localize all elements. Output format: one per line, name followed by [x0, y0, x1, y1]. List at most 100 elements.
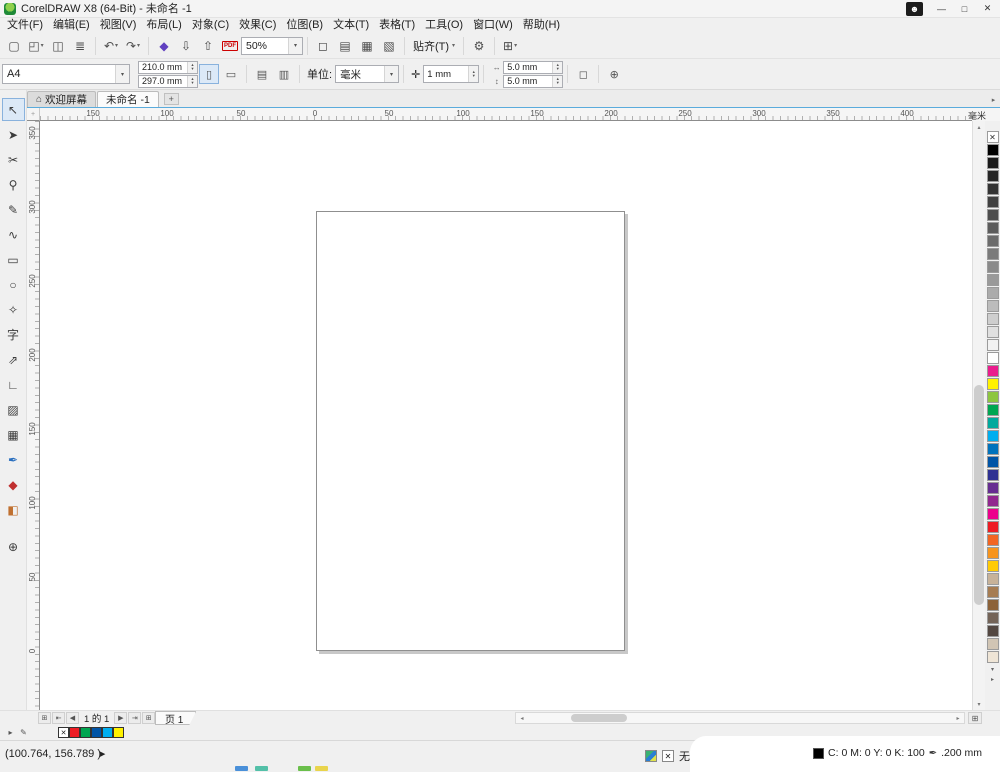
palette-swatch[interactable]: [987, 560, 999, 572]
toolbox-dimension-tool[interactable]: ⇗: [2, 348, 25, 371]
palette-swatch[interactable]: [987, 495, 999, 507]
scroll-down-arrow-icon[interactable]: [973, 698, 985, 710]
palette-swatch[interactable]: [987, 235, 999, 247]
toolbar-open-button[interactable]: ◰▾: [25, 36, 47, 56]
menu-file[interactable]: 文件(F): [2, 18, 48, 33]
palette-swatch[interactable]: [987, 196, 999, 208]
toolbar-import-button[interactable]: ⇩: [175, 36, 197, 56]
horizontal-scrollbar-thumb[interactable]: [571, 714, 627, 722]
all-pages-button[interactable]: ▤: [252, 64, 272, 84]
palette-swatch[interactable]: [987, 573, 999, 585]
palette-swatch[interactable]: [987, 261, 999, 273]
toolbar-show-rulers-button[interactable]: ▤: [334, 36, 356, 56]
toolbox-interactive-fill-tool[interactable]: ◆: [2, 473, 25, 496]
palette-swatch[interactable]: [987, 222, 999, 234]
toolbar-show-guidelines-button[interactable]: ▧: [378, 36, 400, 56]
menu-edit[interactable]: 编辑(E): [48, 18, 95, 33]
menu-tools[interactable]: 工具(O): [420, 18, 468, 33]
palette-swatch[interactable]: [987, 638, 999, 650]
units-select[interactable]: 毫米: [335, 65, 399, 83]
menu-object[interactable]: 对象(C): [187, 18, 234, 33]
toolbar-show-grid-button[interactable]: ▦: [356, 36, 378, 56]
tab-welcome-screen[interactable]: ⌂ 欢迎屏幕: [27, 91, 96, 107]
add-page-end-button[interactable]: ⊞: [142, 712, 155, 724]
palette-swatch[interactable]: [987, 274, 999, 286]
palette-swatch[interactable]: [987, 300, 999, 312]
palette-swatch[interactable]: [987, 404, 999, 416]
nudge-distance-field[interactable]: 1 mm: [423, 65, 479, 83]
vertical-scrollbar[interactable]: [972, 121, 985, 710]
menu-view[interactable]: 视图(V): [95, 18, 142, 33]
toolbox-ellipse-tool[interactable]: ○: [2, 273, 25, 296]
palette-swatch[interactable]: [987, 599, 999, 611]
document-navigator-button[interactable]: ⊞: [968, 712, 982, 724]
toolbox-rectangle-tool[interactable]: ▭: [2, 248, 25, 271]
palette-swatch[interactable]: [987, 313, 999, 325]
menu-table[interactable]: 表格(T): [374, 18, 420, 33]
chevron-down-icon[interactable]: [384, 66, 398, 82]
minimize-button[interactable]: —: [931, 1, 952, 16]
menu-bitmaps[interactable]: 位图(B): [281, 18, 328, 33]
landscape-orientation-button[interactable]: ▭: [221, 64, 241, 84]
palette-swatch[interactable]: [987, 391, 999, 403]
menu-layout[interactable]: 布局(L): [141, 18, 186, 33]
palette-swatch[interactable]: [987, 625, 999, 637]
toolbar-publish-pdf-button[interactable]: PDF: [219, 36, 241, 56]
current-page-button[interactable]: ▥: [274, 64, 294, 84]
spinner-arrows-icon[interactable]: [552, 76, 562, 87]
horizontal-scrollbar[interactable]: [515, 712, 965, 724]
spinner-arrows-icon[interactable]: [187, 62, 197, 73]
palette-swatch[interactable]: [987, 157, 999, 169]
maximize-button[interactable]: □: [954, 1, 975, 16]
toolbar-redo-button[interactable]: ↷▾: [122, 36, 144, 56]
document-palette-flyout-button[interactable]: ▸: [4, 727, 17, 739]
spinner-arrows-icon[interactable]: [552, 62, 562, 73]
document-palette-edit-icon[interactable]: ✎: [17, 727, 30, 739]
palette-flyout-button[interactable]: ▸: [987, 674, 999, 684]
palette-swatch[interactable]: [987, 508, 999, 520]
toolbox-freehand-tool[interactable]: ✎: [2, 198, 25, 221]
palette-swatch[interactable]: [987, 547, 999, 559]
toolbar-print-button[interactable]: ≣: [69, 36, 91, 56]
user-account-icon[interactable]: ☻: [906, 2, 923, 16]
palette-swatch[interactable]: [987, 352, 999, 364]
toolbox-polygon-tool[interactable]: ✧: [2, 298, 25, 321]
toolbox-zoom-tool[interactable]: ⚲: [2, 173, 25, 196]
toolbox-smart-fill-tool[interactable]: ◧: [2, 498, 25, 521]
application-launcher-button[interactable]: ⊞ ▾: [499, 36, 521, 56]
spinner-arrows-icon[interactable]: [187, 76, 197, 87]
document-palette-swatch[interactable]: [91, 727, 102, 738]
palette-swatch[interactable]: [987, 651, 999, 663]
horizontal-ruler[interactable]: 15010050050100150200250300350400: [40, 108, 972, 121]
toolbar-save-button[interactable]: ◫: [47, 36, 69, 56]
palette-scroll-down-button[interactable]: ▾: [987, 664, 999, 674]
palette-swatch[interactable]: [987, 365, 999, 377]
toolbar-export-button[interactable]: ⇧: [197, 36, 219, 56]
palette-swatch[interactable]: [987, 521, 999, 533]
toolbar-welcome-screen-button[interactable]: ◆: [153, 36, 175, 56]
duplicate-x-field[interactable]: 5.0 mm: [503, 61, 563, 74]
palette-swatch[interactable]: [987, 326, 999, 338]
treat-as-filled-button[interactable]: ◻: [573, 64, 593, 84]
duplicate-y-field[interactable]: 5.0 mm: [503, 75, 563, 88]
menu-effects[interactable]: 效果(C): [234, 18, 281, 33]
palette-no-color-swatch[interactable]: ✕: [987, 131, 999, 143]
palette-swatch[interactable]: [987, 456, 999, 468]
menu-text[interactable]: 文本(T): [328, 18, 374, 33]
menu-help[interactable]: 帮助(H): [518, 18, 565, 33]
palette-swatch[interactable]: [987, 339, 999, 351]
palette-swatch[interactable]: [987, 430, 999, 442]
palette-swatch[interactable]: [987, 469, 999, 481]
tab-scroll-right-button[interactable]: ▸: [987, 93, 1000, 107]
toolbox-crop-tool[interactable]: ✂: [2, 148, 25, 171]
toolbox-drop-shadow-tool[interactable]: ▨: [2, 398, 25, 421]
scroll-left-arrow-icon[interactable]: [516, 713, 528, 723]
document-palette-swatch[interactable]: [69, 727, 80, 738]
page-1-tab[interactable]: 页 1: [155, 711, 196, 725]
palette-swatch[interactable]: [987, 170, 999, 182]
portrait-orientation-button[interactable]: ▯: [199, 64, 219, 84]
toolbox-color-eyedropper-tool[interactable]: ✒: [2, 448, 25, 471]
palette-swatch[interactable]: [987, 183, 999, 195]
toolbar-fullscreen-preview-button[interactable]: ◻: [312, 36, 334, 56]
scroll-up-arrow-icon[interactable]: [973, 121, 985, 133]
